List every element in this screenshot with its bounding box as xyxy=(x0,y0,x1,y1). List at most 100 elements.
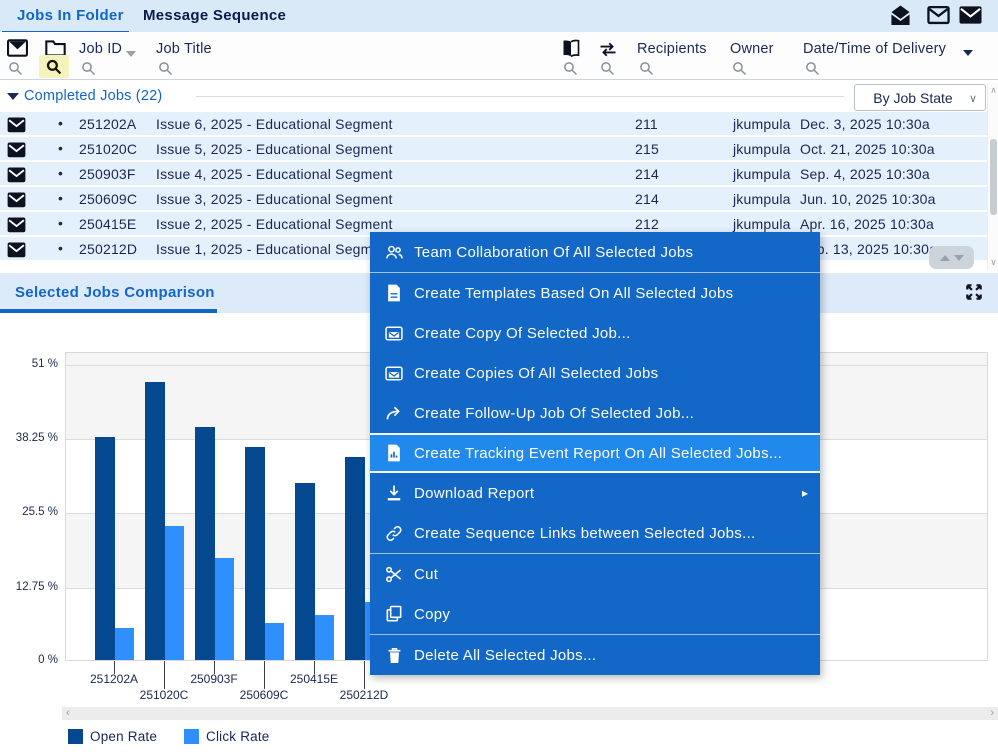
tab-jobs-in-folder[interactable]: Jobs In Folder xyxy=(17,7,124,24)
owner-cell: jkumpula xyxy=(733,116,791,132)
search-filter-icon[interactable] xyxy=(8,58,30,78)
job-id-cell: 250903F xyxy=(79,166,136,182)
delivery-sort-caret-icon[interactable] xyxy=(963,50,973,56)
menu-item-download-report[interactable]: Download Report▸ xyxy=(370,473,820,513)
x-axis-tick-label: 250903F xyxy=(190,672,237,686)
search-filter-icon[interactable] xyxy=(600,58,622,78)
legend-label: Open Rate xyxy=(90,729,157,744)
scroll-down-icon[interactable]: ∨ xyxy=(988,258,998,267)
menu-item-delete-all[interactable]: Delete All Selected Jobs... xyxy=(370,635,820,675)
row-scroll-spinner[interactable] xyxy=(929,246,974,269)
recipients-cell: 211 xyxy=(635,116,658,132)
table-row[interactable]: •250903FIssue 4, 2025 - Educational Segm… xyxy=(0,162,987,187)
download-icon xyxy=(384,483,404,503)
job-state-filter-value: By Job State xyxy=(873,90,952,106)
menu-item-create-templates[interactable]: Create Templates Based On All Selected J… xyxy=(370,273,820,313)
job-state-filter-select[interactable]: By Job State ∨ xyxy=(854,84,986,111)
menu-item-create-tracking-report[interactable]: Create Tracking Event Report On All Sele… xyxy=(370,433,820,473)
menu-item-label: Team Collaboration Of All Selected Jobs xyxy=(414,244,693,261)
x-axis-tick-label: 251202A xyxy=(90,672,138,686)
chart-horizontal-scrollbar[interactable]: ‹ › xyxy=(62,707,998,720)
job-title-cell: Issue 2, 2025 - Educational Segment xyxy=(156,216,393,232)
search-filter-icon[interactable] xyxy=(639,58,661,78)
spinner-down-icon[interactable] xyxy=(954,255,964,261)
column-job-id[interactable]: Job ID xyxy=(79,41,122,57)
mail-job-icon xyxy=(6,216,27,236)
copy-icon xyxy=(384,604,404,624)
legend-swatch xyxy=(184,729,199,744)
job-id-cell: 251202A xyxy=(79,116,136,132)
search-filter-icon[interactable] xyxy=(805,58,827,78)
scroll-up-icon[interactable]: ∧ xyxy=(988,86,998,95)
document-icon xyxy=(384,283,404,303)
search-filter-icon[interactable] xyxy=(732,58,754,78)
owner-cell: jkumpula xyxy=(733,191,791,207)
vertical-scrollbar[interactable]: ∧ ∨ xyxy=(987,83,998,270)
report-chart-icon xyxy=(384,443,404,463)
menu-item-create-copy[interactable]: Create Copy Of Selected Job... xyxy=(370,313,820,353)
collapse-triangle-icon[interactable] xyxy=(7,93,19,100)
menu-item-create-sequence-links[interactable]: Create Sequence Links between Selected J… xyxy=(370,513,820,553)
column-delivery[interactable]: Date/Time of Delivery xyxy=(803,41,946,57)
menu-item-create-follow-up[interactable]: Create Follow-Up Job Of Selected Job... xyxy=(370,393,820,433)
scrollbar-thumb[interactable] xyxy=(990,139,997,215)
x-axis-tick-label: 251020C xyxy=(140,688,189,702)
delivery-cell: Jun. 10, 2025 10:30a xyxy=(800,191,936,207)
mail-filled-icon[interactable] xyxy=(959,5,982,30)
column-owner[interactable]: Owner xyxy=(730,41,774,57)
x-axis-tick xyxy=(364,661,365,689)
column-recipients[interactable]: Recipients xyxy=(637,41,707,57)
spinner-up-icon[interactable] xyxy=(940,255,950,261)
mail-job-icon xyxy=(6,141,27,161)
menu-item-cut[interactable]: Cut xyxy=(370,554,820,594)
owner-cell: jkumpula xyxy=(733,216,791,232)
menu-item-label: Delete All Selected Jobs... xyxy=(414,647,596,664)
bar-open-rate xyxy=(345,457,365,660)
search-filter-icon[interactable] xyxy=(158,58,180,78)
x-axis-tick xyxy=(264,661,265,689)
top-tab-bar: Jobs In Folder Message Sequence xyxy=(0,0,998,32)
job-title-cell: Issue 4, 2025 - Educational Segment xyxy=(156,166,393,182)
delivery-cell: Apr. 16, 2025 10:30a xyxy=(800,216,934,232)
search-filter-icon[interactable] xyxy=(81,58,103,78)
recipients-cell: 214 xyxy=(635,166,659,182)
column-job-title[interactable]: Job Title xyxy=(156,41,212,57)
mail-outline-icon[interactable] xyxy=(927,5,950,30)
search-filter-icon[interactable] xyxy=(563,58,585,78)
job-id-cell: 250609C xyxy=(79,191,137,207)
menu-item-copy[interactable]: Copy xyxy=(370,594,820,634)
table-row[interactable]: •251202AIssue 6, 2025 - Educational Segm… xyxy=(0,112,987,137)
sort-caret-icon[interactable] xyxy=(126,51,136,57)
tab-message-sequence[interactable]: Message Sequence xyxy=(143,7,286,24)
job-title-cell: Issue 1, 2025 - Educational Segment xyxy=(156,241,393,257)
scroll-left-icon[interactable]: ‹ xyxy=(66,707,70,720)
tab-selected-jobs-comparison[interactable]: Selected Jobs Comparison xyxy=(15,284,215,301)
table-row[interactable]: •251020CIssue 5, 2025 - Educational Segm… xyxy=(0,137,987,162)
search-filter-icon-active[interactable] xyxy=(39,55,69,78)
open-mail-icon[interactable] xyxy=(888,5,913,31)
status-dot: • xyxy=(58,190,63,206)
mail-copy-icon xyxy=(384,323,404,343)
job-title-cell: Issue 3, 2025 - Educational Segment xyxy=(156,191,393,207)
job-title-cell: Issue 5, 2025 - Educational Segment xyxy=(156,141,393,157)
menu-item-label: Copy xyxy=(414,606,450,623)
menu-item-label: Create Copies Of All Selected Jobs xyxy=(414,365,659,382)
mail-job-icon xyxy=(6,116,27,136)
section-divider xyxy=(196,96,844,97)
owner-cell: jkumpula xyxy=(733,166,791,182)
menu-item-create-copies[interactable]: Create Copies Of All Selected Jobs xyxy=(370,353,820,393)
section-title[interactable]: Completed Jobs (22) xyxy=(24,88,162,104)
expand-icon[interactable] xyxy=(964,282,984,307)
mail-job-icon xyxy=(6,241,27,261)
table-row[interactable]: • 250609C Issue 3, 2025 - Educational Segm… xyxy=(0,187,987,212)
recipients-cell: 212 xyxy=(635,216,659,232)
menu-item-team-collaboration[interactable]: Team Collaboration Of All Selected Jobs xyxy=(370,232,820,272)
owner-cell: jkumpula xyxy=(733,141,791,157)
bar-click-rate xyxy=(215,558,234,660)
trash-icon xyxy=(384,645,404,665)
bar-open-rate xyxy=(295,483,315,660)
status-dot: • xyxy=(58,140,63,156)
scroll-right-icon[interactable]: › xyxy=(990,707,994,720)
delivery-cell: Oct. 21, 2025 10:30a xyxy=(800,141,935,157)
delivery-cell: Feb. 13, 2025 10:30a xyxy=(800,241,937,257)
